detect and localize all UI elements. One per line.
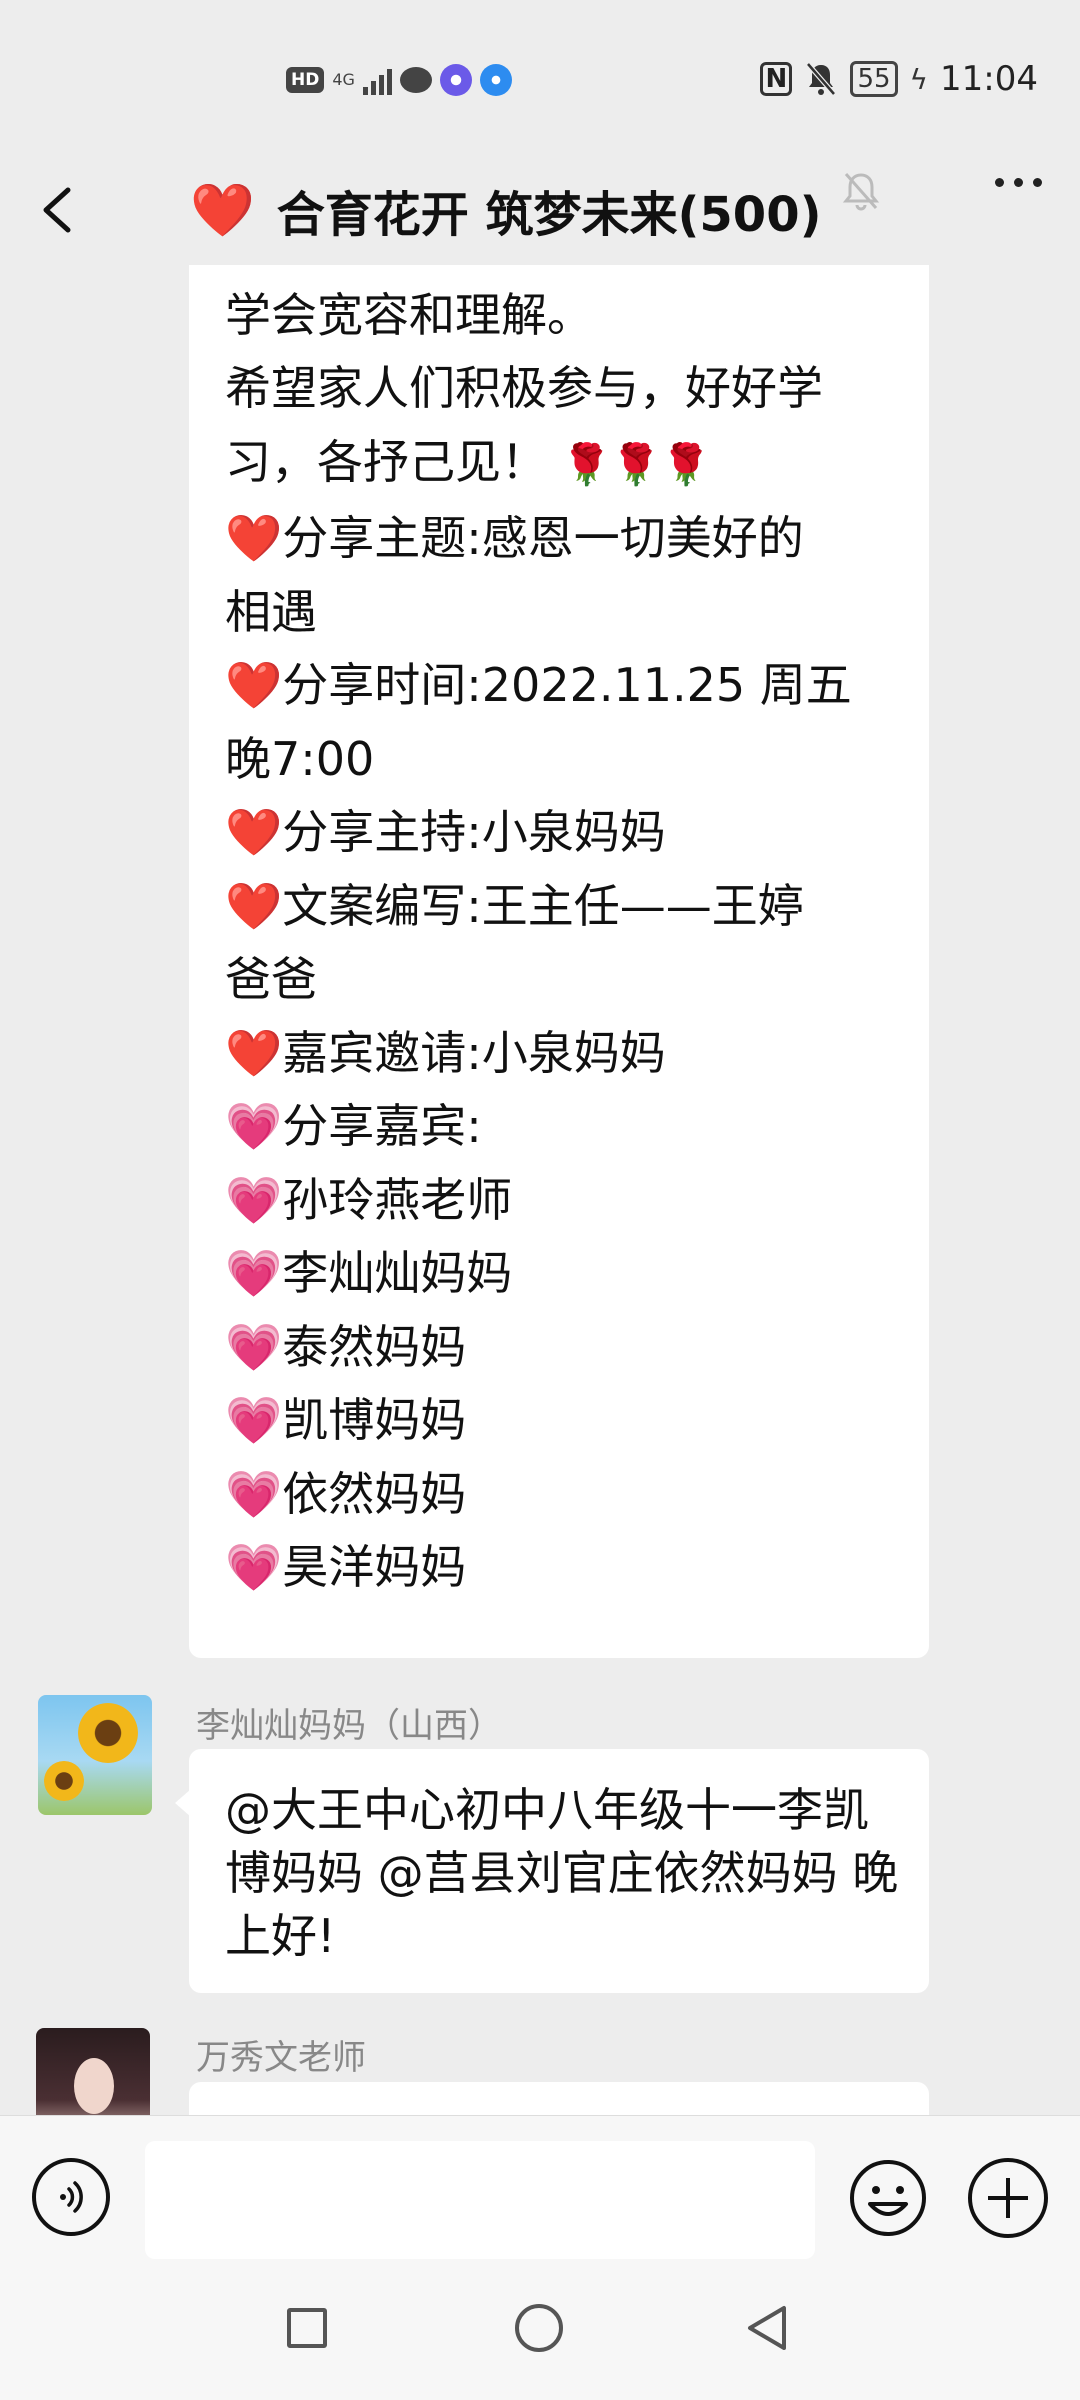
music-app-icon xyxy=(439,64,472,96)
text-line: 爸爸 xyxy=(225,952,317,1006)
pink-heart-icon: 💗 xyxy=(225,1466,283,1521)
muted-bell-icon xyxy=(842,173,880,211)
red-heart-icon: ❤️ xyxy=(225,878,283,933)
message-bubble[interactable] xyxy=(189,2082,929,2115)
home-icon[interactable] xyxy=(515,2304,563,2352)
text-line: 李灿灿妈妈 xyxy=(282,1246,513,1300)
pink-heart-icon: 💗 xyxy=(225,1393,283,1447)
input-bar xyxy=(0,2115,1080,2281)
voice-input-icon[interactable] xyxy=(32,2158,110,2236)
title-heart-icon: ❤️ xyxy=(190,180,255,241)
hd-icon: HD xyxy=(286,67,325,93)
signal-type-label: 4G xyxy=(332,70,355,89)
text-line: 分享嘉宾: xyxy=(282,1099,482,1153)
sunflower-avatar[interactable] xyxy=(38,1695,152,1815)
chevron-left-icon[interactable] xyxy=(30,180,90,240)
red-heart-icon: ❤️ xyxy=(225,658,283,712)
rose-icon: 🌹🌹🌹 xyxy=(561,441,712,488)
text-line: 习，各抒己见！ xyxy=(225,434,547,489)
status-time: 11:04 xyxy=(940,59,1038,99)
text-line: 泰然妈妈 xyxy=(282,1319,467,1374)
text-line: 的一切，学会珍惜，学会爱， xyxy=(225,265,852,279)
portrait-face xyxy=(74,2058,114,2114)
mute-bell-icon xyxy=(806,62,837,96)
message-text: 的一切，学会珍惜，学会爱， 学会宽容和理解。 希望家人们积极参与，好好学 习，各… xyxy=(225,265,852,1605)
message-text: @大王中心初中八年级十一李凯博妈妈 @莒县刘官庄依然妈妈 晚上好! xyxy=(225,1783,899,1963)
red-heart-icon: ❤️ xyxy=(225,805,283,859)
system-nav-bar xyxy=(0,2280,1080,2400)
signal-icon xyxy=(362,65,392,95)
message-list[interactable]: 的一切，学会珍惜，学会爱， 学会宽容和理解。 希望家人们积极参与，好好学 习，各… xyxy=(0,265,1080,2115)
text-line: 凯博妈妈 xyxy=(282,1393,467,1447)
pink-heart-icon: 💗 xyxy=(225,1172,283,1227)
text-line: 学会宽容和理解。 xyxy=(225,287,593,342)
pink-heart-icon: 💗 xyxy=(225,1319,283,1374)
sunflower-shape xyxy=(78,1703,138,1763)
sunflower-shape xyxy=(44,1761,84,1801)
chat-title[interactable]: ❤️ 合育花开 筑梦未来(500) xyxy=(190,180,822,244)
text-line: 昊洋妈妈 xyxy=(282,1540,467,1594)
status-right-icons: N 55 ϟ 11:04 xyxy=(760,56,1038,102)
pink-heart-icon: 💗 xyxy=(225,1540,283,1594)
more-dots-icon[interactable] xyxy=(995,178,1042,187)
text-line: 分享主持:小泉妈妈 xyxy=(282,805,666,859)
message-bubble[interactable]: 的一切，学会珍惜，学会爱， 学会宽容和理解。 希望家人们积极参与，好好学 习，各… xyxy=(189,265,929,1658)
text-line: 孙玲燕老师 xyxy=(282,1172,513,1227)
status-left-icons: HD 4G xyxy=(286,60,512,100)
text-line: 分享主题:感恩一切美好的 xyxy=(282,511,804,565)
emoji-icon[interactable] xyxy=(848,2158,928,2238)
pink-heart-icon: 💗 xyxy=(225,1099,283,1153)
red-heart-icon: ❤️ xyxy=(225,1025,283,1080)
text-line: 嘉宾邀请:小泉妈妈 xyxy=(282,1025,666,1080)
text-line: 希望家人们积极参与，好好学 xyxy=(225,361,823,415)
red-heart-icon: ❤️ xyxy=(225,511,283,565)
voice-waves-icon xyxy=(60,2181,83,2213)
text-line: 依然妈妈 xyxy=(282,1466,467,1521)
sender-name: 万秀文老师 xyxy=(196,2038,366,2078)
sender-name: 李灿灿妈妈（山西） xyxy=(196,1706,502,1746)
charging-icon: ϟ xyxy=(909,62,929,96)
plus-icon[interactable] xyxy=(968,2158,1048,2238)
pink-heart-icon: 💗 xyxy=(225,1246,283,1300)
message-input[interactable] xyxy=(145,2141,815,2259)
text-line: 相遇 xyxy=(225,584,317,639)
text-line: 晚7:00 xyxy=(225,731,375,786)
text-line: 文案编写:王主任——王婷 xyxy=(282,878,804,933)
browser-app-icon xyxy=(479,64,512,96)
status-bar: HD 4G N 55 ϟ 11:04 xyxy=(0,0,1080,150)
message-bubble[interactable]: @大王中心初中八年级十一李凯博妈妈 @莒县刘官庄依然妈妈 晚上好! xyxy=(175,1749,929,1993)
battery-icon: 55 xyxy=(850,61,898,97)
nfc-icon: N xyxy=(760,62,793,96)
chat-header: ❤️ 合育花开 筑梦未来(500) xyxy=(0,150,1080,270)
recent-apps-icon[interactable] xyxy=(287,2308,327,2348)
portrait-avatar[interactable] xyxy=(36,2028,150,2115)
group-name: 合育花开 筑梦未来(500) xyxy=(276,187,822,243)
message-icon xyxy=(399,67,432,93)
text-line: 分享时间:2022.11.25 周五 xyxy=(282,658,852,712)
back-triangle-icon[interactable] xyxy=(742,2302,794,2354)
